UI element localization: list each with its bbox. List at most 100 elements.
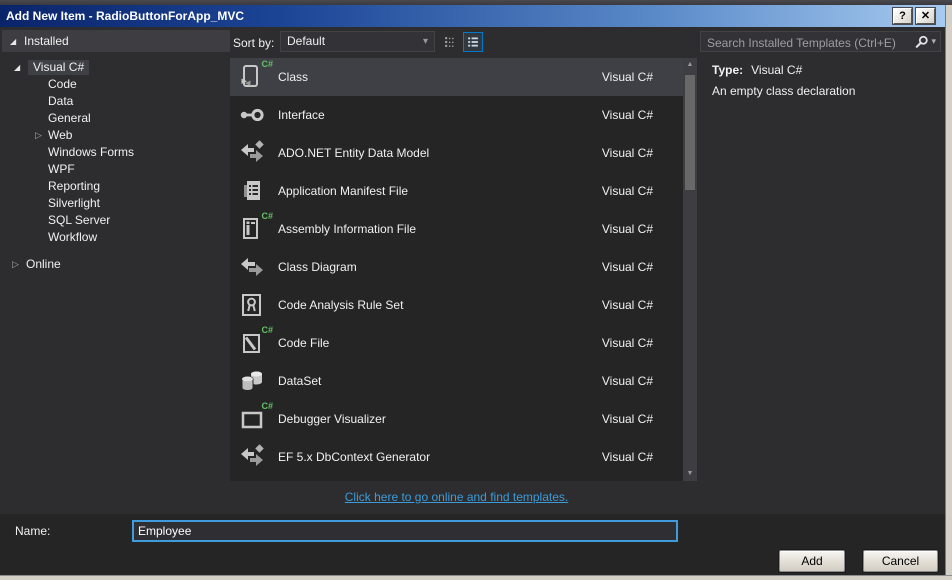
template-list: C# Class Visual C# Interface Visual C# (230, 58, 683, 481)
type-label: Type: (712, 63, 743, 77)
online-link-row: Click here to go online and find templat… (230, 490, 683, 504)
sidebar-item-label: General (48, 111, 91, 125)
add-new-item-dialog: Add New Item - RadioButtonForApp_MVC ? ✕… (0, 0, 952, 580)
template-list-item[interactable]: Class Diagram Visual C# (230, 248, 683, 286)
titlebar[interactable]: Add New Item - RadioButtonForApp_MVC (0, 5, 945, 27)
dataset-icon (238, 367, 266, 395)
template-name: Application Manifest File (278, 172, 408, 210)
template-name: Class (278, 58, 308, 96)
name-input[interactable] (132, 520, 678, 542)
template-language: Visual C# (602, 400, 653, 438)
go-online-link[interactable]: Click here to go online and find templat… (345, 490, 568, 504)
sidebar-item-label: Web (48, 128, 72, 142)
scrollbar-thumb[interactable] (685, 75, 695, 190)
template-name: DataSet (278, 362, 321, 400)
template-list-item[interactable]: Code Analysis Rule Set Visual C# (230, 286, 683, 324)
csharp-badge: C# (261, 211, 273, 221)
view-mode-button[interactable] (440, 32, 460, 52)
sidebar-category-list: Code Data General ▷ Web Windows Forms (0, 76, 228, 246)
chevron-down-icon: ▾ (931, 36, 936, 47)
template-language: Visual C# (602, 96, 653, 134)
code-analysis-rule-set-icon (238, 291, 266, 319)
template-name: Debugger Visualizer (278, 400, 386, 438)
chevron-right-icon[interactable]: ▷ (35, 127, 47, 144)
close-button[interactable]: ✕ (916, 8, 935, 24)
sidebar-item[interactable]: General (0, 110, 228, 127)
view-mode-toggle-group (440, 32, 483, 52)
template-language: Visual C# (602, 210, 653, 248)
class-diagram-icon (238, 253, 266, 281)
triangle-expanded-icon[interactable]: ◢ (14, 63, 28, 72)
sidebar-item-online[interactable]: ▷ Online (0, 256, 228, 273)
search-input[interactable] (705, 33, 907, 52)
template-list-item[interactable]: C# Code File Visual C# (230, 324, 683, 362)
sidebar-item-label: Code (48, 77, 77, 91)
template-list-item[interactable]: ADO.NET Entity Data Model Visual C# (230, 134, 683, 172)
type-value: Visual C# (751, 63, 802, 77)
sidebar-item[interactable]: Workflow (0, 229, 228, 246)
template-language: Visual C# (602, 172, 653, 210)
installed-header-label: Installed (24, 34, 69, 48)
help-button[interactable]: ? (893, 8, 912, 24)
entity-data-model-icon (238, 443, 266, 471)
template-list-item[interactable]: C# Assembly Information File Visual C# (230, 210, 683, 248)
sidebar-item[interactable]: SQL Server (0, 212, 228, 229)
dialog-title: Add New Item - RadioButtonForApp_MVC (6, 9, 244, 23)
assembly-information-icon: C# (238, 215, 266, 243)
interface-icon (238, 101, 266, 129)
chevron-right-icon[interactable]: ▷ (12, 256, 26, 273)
sidebar-item-label: Reporting (48, 179, 100, 193)
list-view-icon (466, 35, 480, 49)
view-mode-button[interactable] (463, 32, 483, 52)
installed-section-header[interactable]: ◢ Installed (2, 30, 230, 52)
template-language: Visual C# (602, 58, 653, 96)
entity-data-model-icon (238, 139, 266, 167)
sidebar-item-label: WPF (48, 162, 75, 176)
csharp-badge: C# (261, 401, 273, 411)
sidebar-item[interactable]: Code (0, 76, 228, 93)
template-list-item[interactable]: DataSet Visual C# (230, 362, 683, 400)
template-language: Visual C# (602, 134, 653, 172)
sidebar-item[interactable]: Silverlight (0, 195, 228, 212)
sidebar-item-visual-csharp[interactable]: ◢ Visual C# (0, 59, 228, 76)
sidebar-item-label: Workflow (48, 230, 97, 244)
sort-by-value: Default (287, 34, 325, 48)
window-border-bottom (0, 575, 952, 580)
sidebar-item-label: Silverlight (48, 196, 100, 210)
name-band: Name: Add Cancel (0, 514, 945, 575)
sidebar-item[interactable]: Reporting (0, 178, 228, 195)
application-manifest-icon (238, 177, 266, 205)
sidebar-item[interactable]: Windows Forms (0, 144, 228, 161)
add-button[interactable]: Add (779, 550, 845, 572)
search-button[interactable]: ▾ (905, 32, 939, 51)
sidebar-root-label: Visual C# (28, 60, 89, 75)
triangle-expanded-icon[interactable]: ◢ (10, 37, 24, 46)
search-icon (915, 35, 929, 49)
debugger-visualizer-icon: C# (238, 405, 266, 433)
template-language: Visual C# (602, 248, 653, 286)
scroll-down-icon[interactable]: ▼ (683, 467, 697, 481)
template-list-item[interactable]: C# Class Visual C# (230, 58, 683, 96)
template-language: Visual C# (602, 362, 653, 400)
template-list-item[interactable]: C# Debugger Visualizer Visual C# (230, 400, 683, 438)
sidebar-item[interactable]: Data (0, 93, 228, 110)
chevron-down-icon: ▾ (423, 32, 428, 51)
template-list-item[interactable]: Application Manifest File Visual C# (230, 172, 683, 210)
sidebar-item[interactable]: WPF (0, 161, 228, 178)
sort-by-dropdown[interactable]: Default ▾ (280, 31, 435, 52)
template-list-item[interactable]: EF 5.x DbContext Generator Visual C# (230, 438, 683, 476)
sidebar-item[interactable]: ▷ Web (0, 127, 228, 144)
list-scrollbar[interactable]: ▲ ▼ (683, 58, 697, 481)
template-name: EF 5.x DbContext Generator (278, 438, 430, 476)
template-name: Interface (278, 96, 325, 134)
csharp-badge: C# (261, 59, 273, 69)
search-box: ▾ (700, 31, 941, 52)
window-border-right (945, 5, 952, 575)
class-icon: C# (238, 63, 266, 91)
cancel-button[interactable]: Cancel (863, 550, 938, 572)
template-name: Code Analysis Rule Set (278, 286, 403, 324)
template-list-item[interactable]: Interface Visual C# (230, 96, 683, 134)
template-language: Visual C# (602, 286, 653, 324)
scroll-up-icon[interactable]: ▲ (683, 58, 697, 72)
template-type-row: Type: Visual C# (712, 63, 802, 77)
